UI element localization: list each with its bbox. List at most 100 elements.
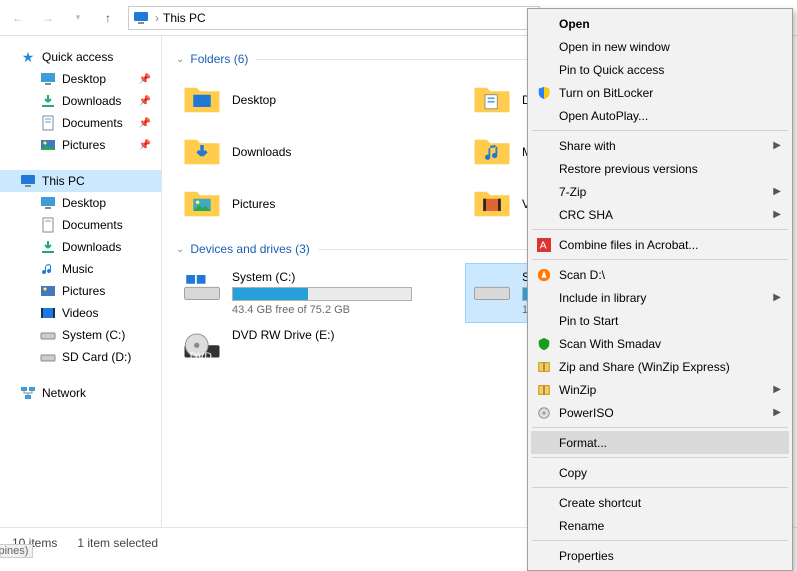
drive-icon	[40, 327, 56, 343]
context-menu: Open Open in new window Pin to Quick acces…	[527, 8, 793, 571]
context-menu-pin-to-start[interactable]: Pin to Start	[531, 309, 789, 332]
sidebar-pc-system-c[interactable]: System (C:)	[0, 324, 161, 346]
context-menu-open-autoplay[interactable]: Open AutoPlay...	[531, 104, 789, 127]
context-menu-label: Share with	[559, 139, 616, 153]
context-menu-rename[interactable]: Rename	[531, 514, 789, 537]
sidebar-pc-desktop[interactable]: Desktop	[0, 192, 161, 214]
sidebar-pc-videos[interactable]: Videos	[0, 302, 161, 324]
drive-label: System (C:)	[232, 270, 422, 284]
context-menu-open[interactable]: Open	[531, 12, 789, 35]
sidebar-quick-access[interactable]: ★ Quick access	[0, 46, 161, 68]
context-menu-open-in-new-window[interactable]: Open in new window	[531, 35, 789, 58]
sidebar-label: Network	[42, 386, 86, 400]
drive-label: DVD RW Drive (E:)	[232, 328, 422, 342]
context-menu-label: Include in library	[559, 291, 646, 305]
context-menu-winzip[interactable]: WinZip▶	[531, 378, 789, 401]
context-menu-turn-on-bitlocker[interactable]: Turn on BitLocker	[531, 81, 789, 104]
folder-label: Desktop	[232, 93, 276, 107]
context-menu-restore-previous-versions[interactable]: Restore previous versions	[531, 157, 789, 180]
address-bar[interactable]: › This PC	[128, 6, 540, 30]
group-title: Devices and drives (3)	[190, 242, 309, 256]
drive-icon	[180, 270, 224, 308]
context-menu-label: Open	[559, 17, 590, 31]
context-menu-pin-to-quick-access[interactable]: Pin to Quick access	[531, 58, 789, 81]
documents-icon	[40, 115, 56, 131]
sidebar-pc-sdcard-d[interactable]: SD Card (D:)	[0, 346, 161, 368]
context-menu-scan-d[interactable]: Scan D:\	[531, 263, 789, 286]
folder-icon	[470, 78, 514, 122]
sidebar-item-label: Documents	[62, 218, 123, 232]
chevron-down-icon: ⌄	[176, 54, 184, 65]
context-menu-format[interactable]: Format...	[531, 431, 789, 454]
desktop-icon	[40, 71, 56, 87]
smadav-icon	[536, 336, 552, 352]
drive-system-c[interactable]: System (C:) 43.4 GB free of 75.2 GB	[176, 264, 426, 322]
context-menu-separator	[532, 427, 788, 428]
sidebar-item-label: Videos	[62, 306, 98, 320]
context-menu-create-shortcut[interactable]: Create shortcut	[531, 491, 789, 514]
folder-downloads[interactable]: Downloads	[176, 126, 426, 178]
drive-icon	[40, 349, 56, 365]
sidebar-qa-documents[interactable]: Documents 📌	[0, 112, 161, 134]
sidebar-pc-pictures[interactable]: Pictures	[0, 280, 161, 302]
context-menu-label: Copy	[559, 466, 587, 480]
sidebar-item-label: SD Card (D:)	[62, 350, 131, 364]
sidebar-pc-downloads[interactable]: Downloads	[0, 236, 161, 258]
folder-desktop[interactable]: Desktop	[176, 74, 426, 126]
sidebar-qa-desktop[interactable]: Desktop📌	[0, 68, 161, 90]
context-menu-scan-with-smadav[interactable]: Scan With Smadav	[531, 332, 789, 355]
sidebar-network[interactable]: Network	[0, 382, 161, 404]
submenu-arrow-icon: ▶	[773, 209, 781, 220]
back-button[interactable]: ←	[4, 4, 32, 32]
submenu-arrow-icon: ▶	[773, 140, 781, 151]
submenu-arrow-icon: ▶	[773, 407, 781, 418]
folder-icon	[180, 78, 224, 122]
sidebar-item-label: Downloads	[62, 240, 121, 254]
context-menu-properties[interactable]: Properties	[531, 544, 789, 567]
pin-icon: 📌	[139, 74, 151, 85]
this-pc-icon	[20, 173, 36, 189]
context-menu-poweriso[interactable]: PowerISO▶	[531, 401, 789, 424]
context-menu-zip-and-share-winzip-express[interactable]: Zip and Share (WinZip Express)	[531, 355, 789, 378]
context-menu-label: Open AutoPlay...	[559, 109, 648, 123]
sidebar-item-label: Music	[62, 262, 93, 276]
winzip-icon	[536, 359, 552, 375]
acrobat-icon: A	[536, 237, 552, 253]
context-menu-label: Combine files in Acrobat...	[559, 238, 698, 252]
drive-dvd-e[interactable]: DVD DVD RW Drive (E:)	[176, 322, 426, 372]
context-menu-include-in-library[interactable]: Include in library▶	[531, 286, 789, 309]
context-menu-7-zip[interactable]: 7-Zip▶	[531, 180, 789, 203]
sidebar-qa-pictures[interactable]: Pictures📌	[0, 134, 161, 156]
sidebar-this-pc[interactable]: This PC	[0, 170, 161, 192]
nav-sidebar: ★ Quick access Desktop📌 Downloads📌 Docum…	[0, 36, 162, 527]
context-menu-label: Restore previous versions	[559, 162, 698, 176]
this-pc-icon	[133, 10, 149, 26]
sidebar-item-label: Documents	[62, 116, 123, 130]
sidebar-pc-music[interactable]: Music	[0, 258, 161, 280]
up-button[interactable]: ↑	[94, 4, 122, 32]
context-menu-label: 7-Zip	[559, 185, 586, 199]
pin-icon: 📌	[139, 118, 151, 129]
context-menu-label: Scan With Smadav	[559, 337, 661, 351]
sidebar-qa-downloads[interactable]: Downloads📌	[0, 90, 161, 112]
downloads-icon	[40, 239, 56, 255]
sidebar-pc-documents[interactable]: Documents	[0, 214, 161, 236]
forward-button[interactable]: →	[34, 4, 62, 32]
folder-pictures[interactable]: Pictures	[176, 178, 426, 230]
context-menu-label: Open in new window	[559, 40, 670, 54]
shield-icon	[536, 85, 552, 101]
pin-icon: 📌	[139, 96, 151, 107]
context-menu-copy[interactable]: Copy	[531, 461, 789, 484]
context-menu-combine-files-in-acrobat[interactable]: A Combine files in Acrobat...	[531, 233, 789, 256]
context-menu-crc-sha[interactable]: CRC SHA ▶	[531, 203, 789, 226]
context-menu-share-with[interactable]: Share with ▶	[531, 134, 789, 157]
folder-icon	[470, 130, 514, 174]
context-menu-label: Rename	[559, 519, 604, 533]
context-menu-label: Properties	[559, 549, 614, 563]
recent-dropdown[interactable]: ▾	[64, 4, 92, 32]
context-menu-separator	[532, 259, 788, 260]
status-selected-count: 1 item selected	[77, 536, 158, 550]
context-menu-separator	[532, 457, 788, 458]
context-menu-label: CRC SHA	[559, 208, 613, 222]
breadcrumb-location[interactable]: This PC	[163, 11, 206, 25]
